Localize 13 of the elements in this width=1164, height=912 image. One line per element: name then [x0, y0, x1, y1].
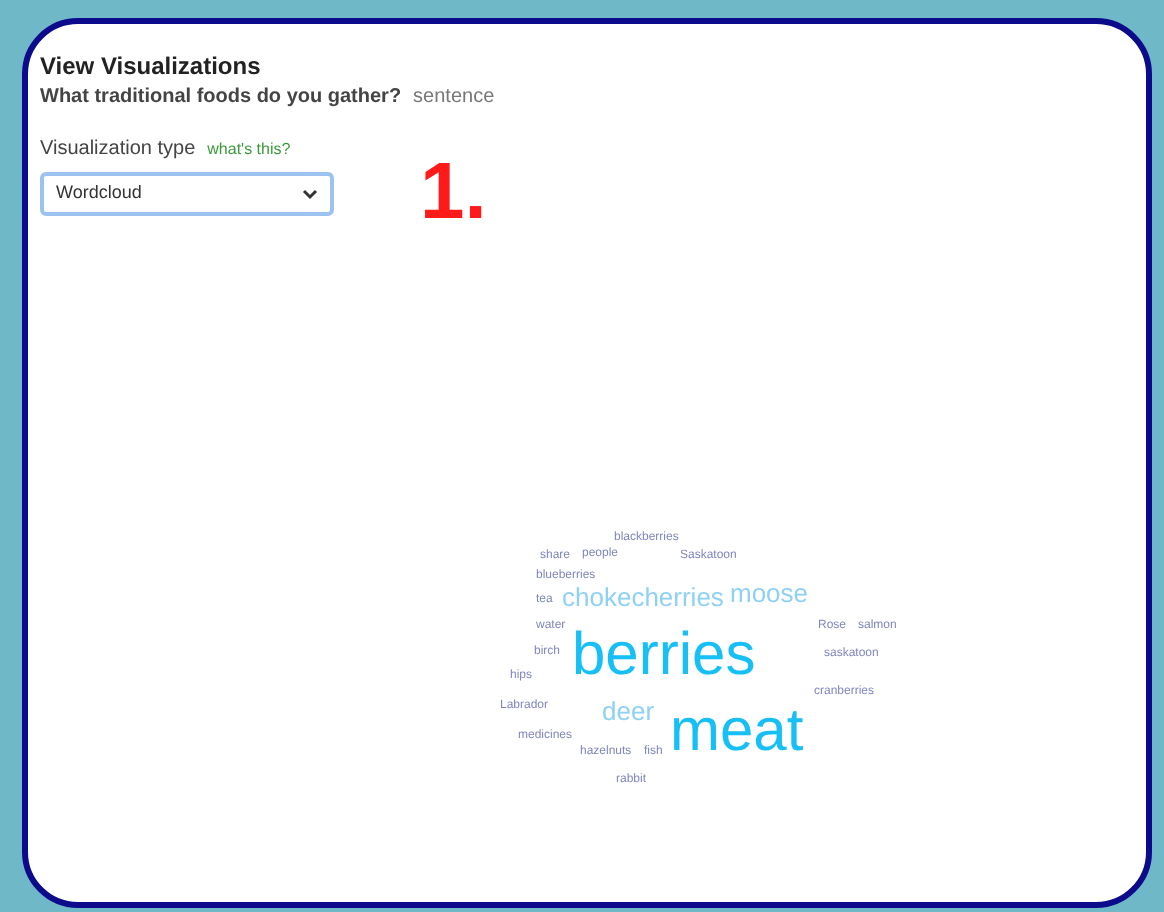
- question-type: sentence: [413, 84, 495, 112]
- visualization-select[interactable]: Wordcloud: [40, 172, 334, 216]
- cloud-word: moose: [730, 579, 809, 605]
- help-link[interactable]: what's this?: [207, 138, 291, 162]
- chevron-icon: [302, 188, 318, 200]
- cloud-word: meat: [670, 702, 804, 762]
- cloud-word: chokecherries: [562, 583, 724, 609]
- cloud-word: deer: [602, 697, 655, 723]
- field-label: Visualization type: [40, 136, 196, 164]
- cloud-word: berries: [572, 626, 756, 686]
- page-title: View Visualizations: [40, 52, 263, 80]
- question-text: What traditional foods do you gather?: [40, 84, 402, 112]
- step-number: 1.: [420, 148, 487, 236]
